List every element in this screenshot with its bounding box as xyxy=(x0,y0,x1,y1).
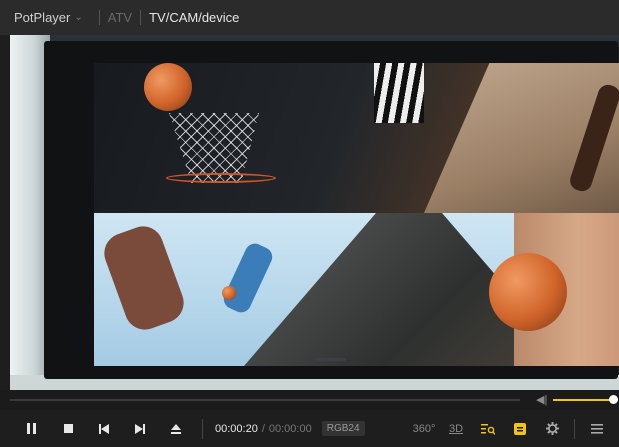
control-bar: 00:00:20 / 00:00:00 RGB24 360° 3D xyxy=(0,410,619,447)
tab-atv[interactable]: ATV xyxy=(108,10,132,25)
tv-screen-image xyxy=(94,63,619,366)
seek-bar[interactable] xyxy=(10,399,520,401)
stop-icon xyxy=(63,424,73,433)
eject-icon xyxy=(171,423,181,434)
format-badge[interactable]: RGB24 xyxy=(321,421,365,436)
basketball-image xyxy=(222,286,236,300)
control-divider xyxy=(574,418,575,439)
eject-button[interactable] xyxy=(158,423,194,434)
next-button[interactable] xyxy=(122,423,158,434)
title-divider xyxy=(98,10,100,25)
menu-button[interactable] xyxy=(581,423,613,434)
right-controls: 360° 3D xyxy=(408,418,619,439)
pause-button[interactable] xyxy=(14,423,50,434)
next-icon xyxy=(135,423,145,434)
referee-figure xyxy=(374,63,424,123)
seek-area: ◀| xyxy=(0,390,619,410)
chevron-down-icon[interactable]: ⌄ xyxy=(74,12,82,23)
basketball-image xyxy=(144,63,192,111)
tv-power-light xyxy=(316,358,346,361)
3d-button[interactable]: 3D xyxy=(440,423,472,435)
subtitle-icon xyxy=(514,422,526,435)
vr-360-button[interactable]: 360° xyxy=(408,423,440,435)
playlist-search-icon xyxy=(481,423,495,435)
control-divider xyxy=(202,418,203,439)
tv-set xyxy=(44,41,619,379)
app-name-menu[interactable]: PotPlayer xyxy=(14,10,70,25)
volume-slider[interactable] xyxy=(553,399,611,401)
speaker-icon[interactable]: ◀| xyxy=(536,393,547,406)
title-bar: PotPlayer ⌄ ATV TV/CAM/device xyxy=(0,0,619,35)
settings-button[interactable] xyxy=(536,422,568,435)
hamburger-menu-icon xyxy=(591,423,603,434)
volume-fill xyxy=(553,399,611,401)
current-time[interactable]: 00:00:20 xyxy=(215,423,258,435)
video-display[interactable] xyxy=(10,35,619,390)
pause-icon xyxy=(27,423,36,434)
previous-button[interactable] xyxy=(86,423,122,434)
stop-button[interactable] xyxy=(50,424,86,433)
previous-icon xyxy=(99,423,109,434)
title-divider xyxy=(140,10,142,25)
basketball-image xyxy=(489,253,567,331)
subtitle-button[interactable] xyxy=(504,422,536,435)
volume-handle[interactable] xyxy=(609,395,618,404)
playlist-button[interactable] xyxy=(472,423,504,435)
basketball-rim-image xyxy=(166,173,276,183)
gear-icon xyxy=(545,422,559,435)
total-duration: 00:00:00 xyxy=(268,422,312,435)
source-title: TV/CAM/device xyxy=(149,10,240,25)
time-separator: / xyxy=(261,422,265,435)
